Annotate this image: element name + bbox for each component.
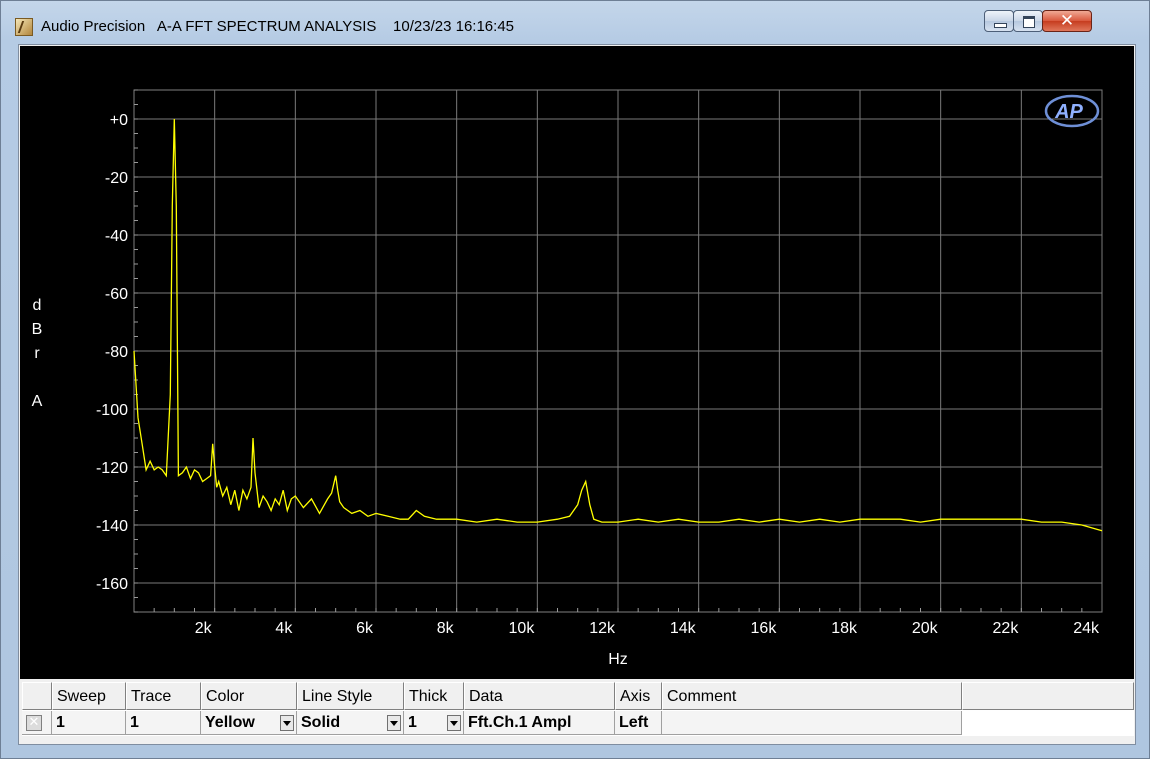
close-button[interactable]: ✕ xyxy=(1042,10,1092,32)
audio-precision-app-icon[interactable] xyxy=(15,18,33,36)
y-tick-label: -100 xyxy=(96,402,128,419)
y-tick-label: +0 xyxy=(110,112,128,129)
col-header-empty xyxy=(962,682,1134,710)
close-icon: ✕ xyxy=(1059,11,1075,31)
x-tick-label: 22k xyxy=(993,620,1020,637)
x-tick-label: 14k xyxy=(670,620,697,637)
x-tick-label: 24k xyxy=(1073,620,1100,637)
row-header-corner xyxy=(22,682,52,710)
window-title: Audio Precision A-A FFT SPECTRUM ANALYSI… xyxy=(41,18,515,35)
y-axis-label-letter: r xyxy=(34,345,40,362)
color-dropdown-arrow-icon[interactable] xyxy=(280,715,294,731)
x-tick-label: 18k xyxy=(831,620,858,637)
y-axis-label-letter: d xyxy=(33,297,42,314)
trace-settings-table[interactable]: Sweep Trace Color Line Style Thick Data … xyxy=(22,682,1134,736)
cell-color[interactable]: Yellow xyxy=(201,711,297,735)
y-tick-label: -20 xyxy=(105,170,128,187)
x-tick-label: 12k xyxy=(589,620,616,637)
col-header-axis[interactable]: Axis xyxy=(615,682,662,710)
row-selector[interactable]: ✕ xyxy=(22,711,52,735)
col-header-color[interactable]: Color xyxy=(201,682,297,710)
cell-thick[interactable]: 1 xyxy=(404,711,464,735)
col-header-trace[interactable]: Trace xyxy=(126,682,201,710)
fft-graph-panel[interactable]: +0 -20 -40 -60 -80 -100 -120 -140 -160 2k 4k 6k 8k 10… xyxy=(20,46,1134,679)
x-tick-label: 6k xyxy=(356,620,374,637)
col-header-line-style[interactable]: Line Style xyxy=(297,682,404,710)
y-tick-label: -140 xyxy=(96,518,128,535)
x-tick-label: 10k xyxy=(509,620,536,637)
cell-comment[interactable] xyxy=(662,711,962,735)
line-style-dropdown-arrow-icon[interactable] xyxy=(387,715,401,731)
cell-line-style-value: Solid xyxy=(301,714,341,731)
cell-axis[interactable]: Left xyxy=(615,711,662,735)
thick-dropdown-arrow-icon[interactable] xyxy=(447,715,461,731)
cell-thick-value: 1 xyxy=(408,714,417,731)
col-header-data[interactable]: Data xyxy=(464,682,615,710)
fft-spectrum-chart: +0 -20 -40 -60 -80 -100 -120 -140 -160 2k 4k 6k 8k 10… xyxy=(32,89,1103,668)
cell-empty xyxy=(962,711,1134,735)
y-tick-label: -40 xyxy=(105,228,128,245)
y-tick-label: -80 xyxy=(105,344,128,361)
y-tick-label: -120 xyxy=(96,460,128,477)
cell-sweep[interactable]: 1 xyxy=(52,711,126,735)
col-header-sweep[interactable]: Sweep xyxy=(52,682,126,710)
ap-logo-text: AP xyxy=(1054,101,1083,123)
cell-trace[interactable]: 1 xyxy=(126,711,201,735)
x-tick-label: 16k xyxy=(751,620,778,637)
app-window: Audio Precision A-A FFT SPECTRUM ANALYSI… xyxy=(0,0,1150,759)
maximize-button[interactable] xyxy=(1013,10,1043,32)
y-tick-label: -60 xyxy=(105,286,128,303)
minimize-button[interactable] xyxy=(984,10,1014,32)
cell-color-value: Yellow xyxy=(205,714,255,731)
title-bar[interactable]: Audio Precision A-A FFT SPECTRUM ANALYSI… xyxy=(1,1,1151,41)
maximize-icon xyxy=(1023,16,1035,28)
y-tick-label: -160 xyxy=(96,576,128,593)
y-axis-label-letter: B xyxy=(32,321,43,338)
x-tick-label: 20k xyxy=(912,620,939,637)
x-tick-label: 8k xyxy=(437,620,455,637)
graph-window-client: +0 -20 -40 -60 -80 -100 -120 -140 -160 2k 4k 6k 8k 10… xyxy=(18,44,1136,745)
minimize-icon xyxy=(994,23,1007,28)
cell-data[interactable]: Fft.Ch.1 Ampl xyxy=(464,711,615,735)
col-header-thick[interactable]: Thick xyxy=(404,682,464,710)
x-tick-label: 2k xyxy=(195,620,213,637)
x-axis-label: Hz xyxy=(608,651,628,668)
x-tick-label: 4k xyxy=(275,620,293,637)
delete-row-icon[interactable]: ✕ xyxy=(26,715,42,731)
y-axis-label-letter: A xyxy=(32,393,43,410)
cell-line-style[interactable]: Solid xyxy=(297,711,404,735)
col-header-comment[interactable]: Comment xyxy=(662,682,962,710)
